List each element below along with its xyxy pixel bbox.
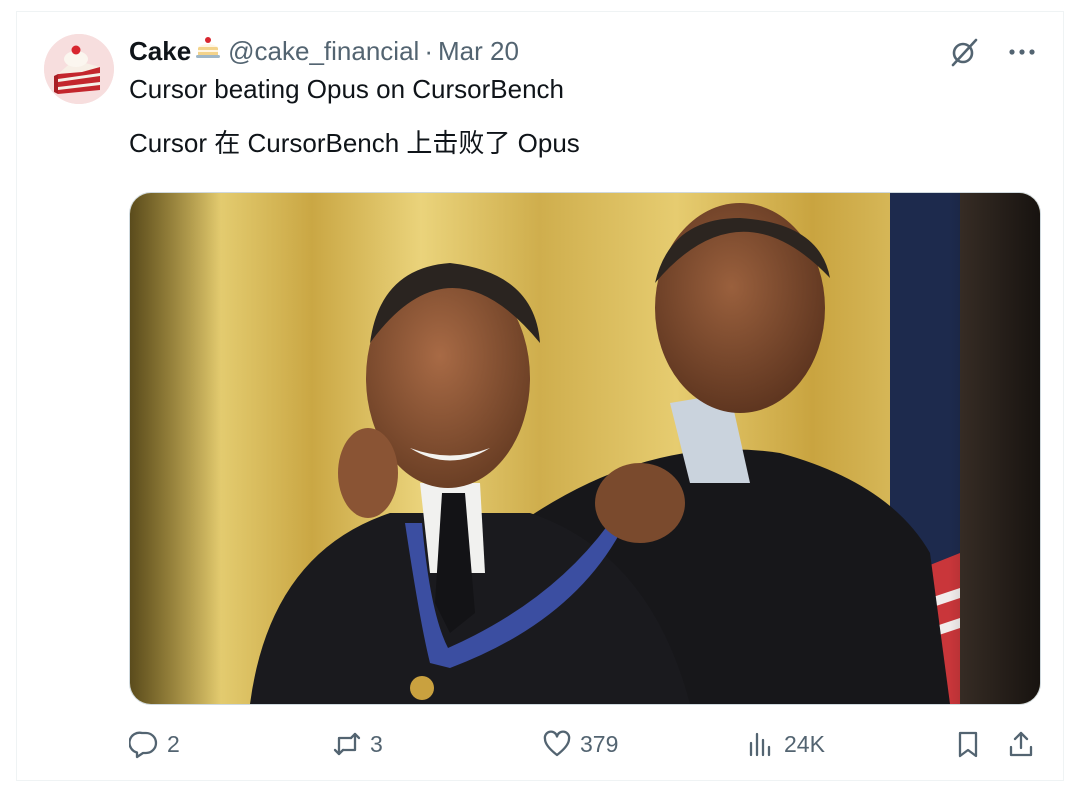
tweet-top-actions — [946, 34, 1040, 70]
tweet-date[interactable]: Mar 20 — [438, 36, 519, 67]
avatar[interactable] — [44, 34, 114, 104]
views-button[interactable]: 24K — [746, 724, 825, 764]
tweet-text-line: Cursor beating Opus on CursorBench — [129, 74, 565, 104]
bookmark-button[interactable] — [953, 724, 983, 764]
repost-icon — [333, 732, 361, 756]
reply-icon — [129, 731, 158, 759]
tweet-action-bar: 2 3 379 24K — [129, 724, 1040, 764]
tweet-border-left — [16, 11, 17, 781]
like-button[interactable]: 379 — [542, 724, 618, 764]
tweet-header: Cake @cake_financial · Mar 20 — [129, 34, 519, 68]
tweet-border-bottom — [16, 780, 1064, 793]
like-count: 379 — [580, 730, 619, 757]
views-icon — [749, 732, 771, 757]
bookmark-icon — [958, 731, 978, 758]
share-button[interactable] — [1006, 724, 1036, 764]
photo-medal-ceremony — [130, 193, 1040, 704]
heart-icon — [543, 730, 571, 757]
grok-icon[interactable] — [946, 34, 982, 70]
views-count: 24K — [784, 730, 825, 757]
tweet-border-top — [16, 0, 1064, 12]
header-separator: · — [424, 35, 433, 66]
tweet-text-line: Cursor 在 CursorBench 上击败了 Opus — [129, 128, 580, 158]
repost-button[interactable]: 3 — [332, 724, 383, 764]
cake-emoji-icon — [194, 33, 222, 61]
cake-avatar-image — [44, 34, 114, 104]
author-handle[interactable]: @cake_financial — [228, 36, 419, 67]
display-name[interactable]: Cake — [129, 36, 191, 67]
reply-count: 2 — [167, 730, 180, 757]
more-icon[interactable] — [1004, 34, 1040, 70]
tweet-border-right — [1063, 11, 1064, 781]
tweet-photo[interactable] — [129, 192, 1041, 705]
share-icon — [1009, 731, 1033, 757]
repost-count: 3 — [370, 730, 383, 757]
reply-button[interactable]: 2 — [129, 724, 180, 764]
